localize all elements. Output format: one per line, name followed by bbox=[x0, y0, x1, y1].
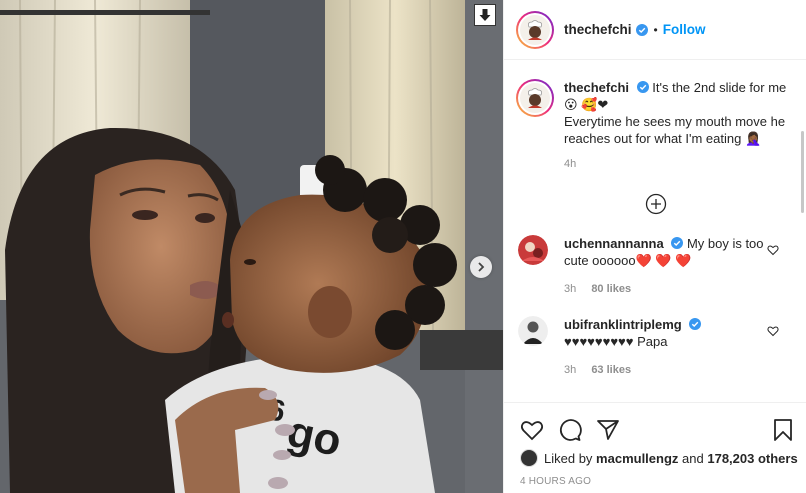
comment-item: ubifranklintriplemg ♥♥♥♥♥♥♥♥♥ Papa 3h 63… bbox=[504, 316, 806, 379]
avatar-image-icon bbox=[518, 235, 548, 265]
avatar-image-icon bbox=[518, 316, 548, 346]
comment-bubble-icon bbox=[559, 419, 582, 441]
liker-username[interactable]: macmullengz bbox=[596, 451, 678, 466]
bookmark-icon bbox=[774, 419, 792, 441]
liker-avatar[interactable] bbox=[520, 449, 538, 467]
chevron-right-icon bbox=[478, 262, 485, 272]
download-button[interactable] bbox=[474, 4, 496, 26]
comment-item: uchennannanna My boy is too cute oooooo❤… bbox=[504, 235, 806, 298]
comment-time[interactable]: 3h bbox=[564, 283, 576, 295]
comment-likes[interactable]: 80 likes bbox=[591, 283, 631, 295]
comment-username[interactable]: ubifranklintriplemg bbox=[564, 317, 682, 332]
verified-badge-icon bbox=[635, 23, 648, 36]
comments-list[interactable]: thechefchi It's the 2nd slide for me 😮 🥰… bbox=[504, 61, 806, 401]
like-comment-heart-icon[interactable] bbox=[767, 244, 779, 256]
post-image: go s6 bbox=[0, 0, 503, 493]
save-button[interactable] bbox=[771, 418, 795, 442]
chef-logo-icon bbox=[528, 19, 542, 40]
liked-by-row: Liked by macmullengz and 178,203 others bbox=[504, 449, 806, 467]
posted-time[interactable]: 4 HOURS AGO bbox=[504, 476, 806, 487]
like-button[interactable] bbox=[520, 418, 544, 442]
post-actions: Liked by macmullengz and 178,203 others … bbox=[504, 402, 806, 493]
post-photo[interactable]: go s6 bbox=[0, 0, 503, 493]
caption-time[interactable]: 4h bbox=[564, 156, 789, 173]
follow-button[interactable]: Follow bbox=[663, 22, 706, 37]
share-button[interactable] bbox=[596, 418, 620, 442]
author-username[interactable]: thechefchi bbox=[564, 22, 632, 37]
heart-icon bbox=[520, 421, 544, 441]
download-arrow-icon bbox=[479, 9, 491, 21]
comment-avatar[interactable] bbox=[518, 235, 548, 265]
caption-line-2: Everytime he sees my mouth move he reach… bbox=[564, 114, 786, 146]
verified-badge-icon bbox=[636, 81, 649, 93]
post-header: thechefchi • Follow bbox=[504, 0, 806, 60]
comment-avatar[interactable] bbox=[518, 316, 548, 346]
caption-emojis: 😮 🥰❤ bbox=[564, 97, 609, 112]
liked-by-and: and bbox=[682, 450, 704, 466]
author-avatar[interactable] bbox=[516, 10, 554, 49]
comment-likes[interactable]: 63 likes bbox=[591, 364, 631, 376]
likes-count[interactable]: 178,203 others bbox=[707, 451, 797, 466]
comment-username[interactable]: uchennannanna bbox=[564, 236, 664, 251]
caption-author-avatar[interactable] bbox=[516, 79, 554, 117]
load-more-comments-button[interactable] bbox=[504, 193, 806, 219]
post-caption: thechefchi It's the 2nd slide for me 😮 🥰… bbox=[504, 61, 806, 173]
paper-plane-icon bbox=[597, 420, 619, 440]
caption-username[interactable]: thechefchi bbox=[564, 80, 629, 95]
liked-by-prefix: Liked by bbox=[544, 450, 593, 466]
plus-circle-icon bbox=[645, 193, 666, 215]
like-comment-heart-icon[interactable] bbox=[767, 325, 779, 337]
next-slide-button[interactable] bbox=[470, 256, 492, 278]
separator-dot: • bbox=[653, 22, 658, 37]
comment-button[interactable] bbox=[558, 418, 582, 442]
chef-logo-icon bbox=[528, 88, 542, 108]
post-side-panel: thechefchi • Follow thechefchi It's the … bbox=[503, 0, 806, 493]
caption-line-1: It's the 2nd slide for me bbox=[652, 80, 787, 95]
comment-text: ♥♥♥♥♥♥♥♥♥ Papa bbox=[564, 334, 668, 349]
verified-badge-icon bbox=[671, 237, 684, 249]
verified-badge-icon bbox=[689, 318, 702, 330]
comments-scrollbar[interactable] bbox=[801, 131, 804, 213]
comment-time[interactable]: 3h bbox=[564, 364, 576, 376]
